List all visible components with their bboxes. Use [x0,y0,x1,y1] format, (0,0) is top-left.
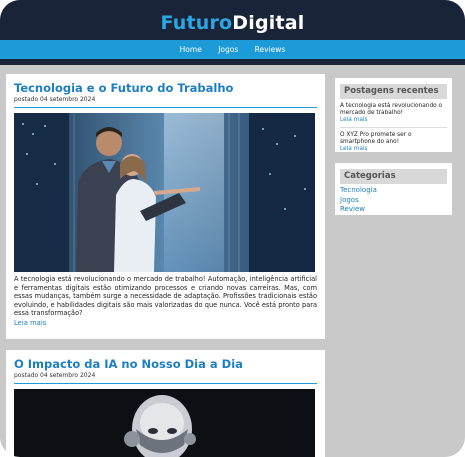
recent-post-item: A tecnologia está revolucionando o merca… [340,99,447,124]
logo-part-futuro: Futuro [160,12,233,34]
page-frame: FuturoDigital Home Jogos Reviews Tecnolo… [0,0,465,457]
read-more-link[interactable]: Leia mais [14,319,317,327]
main-nav: Home Jogos Reviews [0,40,465,59]
read-more-link[interactable]: Leia mais [340,117,447,124]
post-image-robot [14,389,315,457]
site-logo[interactable]: FuturoDigital [0,12,465,34]
post-title[interactable]: O Impacto da IA no Nosso Dia a Dia [14,358,317,371]
recent-posts-widget: Postagens recentes A tecnologia está rev… [335,78,452,152]
recent-post-text[interactable]: O XYZ Pro promete ser o smartphone do an… [340,132,412,145]
nav-item-jogos[interactable]: Jogos [218,45,238,54]
recent-post-item: O XYZ Pro promete ser o smartphone do an… [340,128,447,153]
nav-item-reviews[interactable]: Reviews [255,45,286,54]
post-image-datacenter [14,113,315,272]
category-link-review[interactable]: Review [340,205,447,215]
post-date: postado 04 setembro 2024 [14,96,96,103]
category-link-tecnologia[interactable]: Tecnologia [340,186,447,196]
categories-widget: Categorias Tecnologia Jogos Review [335,163,452,215]
nav-item-home[interactable]: Home [180,45,202,54]
recent-post-text[interactable]: A tecnologia está revolucionando o merca… [340,103,442,116]
read-more-link[interactable]: Leia mais [340,146,447,153]
title-divider [14,383,317,384]
category-link-jogos[interactable]: Jogos [340,196,447,206]
site-header: FuturoDigital [0,0,465,40]
post-title[interactable]: Tecnologia e o Futuro do Trabalho [14,82,317,95]
post-card: O Impacto da IA no Nosso Dia a Dia posta… [6,350,325,457]
nav-divider [0,59,465,65]
logo-part-digital: Digital [232,12,305,34]
post-excerpt: A tecnologia está revolucionando o merca… [14,275,317,318]
post-date: postado 04 setembro 2024 [14,372,96,379]
widget-title: Postagens recentes [340,84,447,99]
title-divider [14,107,317,108]
post-card: Tecnologia e o Futuro do Trabalho postad… [6,74,325,339]
widget-title: Categorias [340,169,447,184]
